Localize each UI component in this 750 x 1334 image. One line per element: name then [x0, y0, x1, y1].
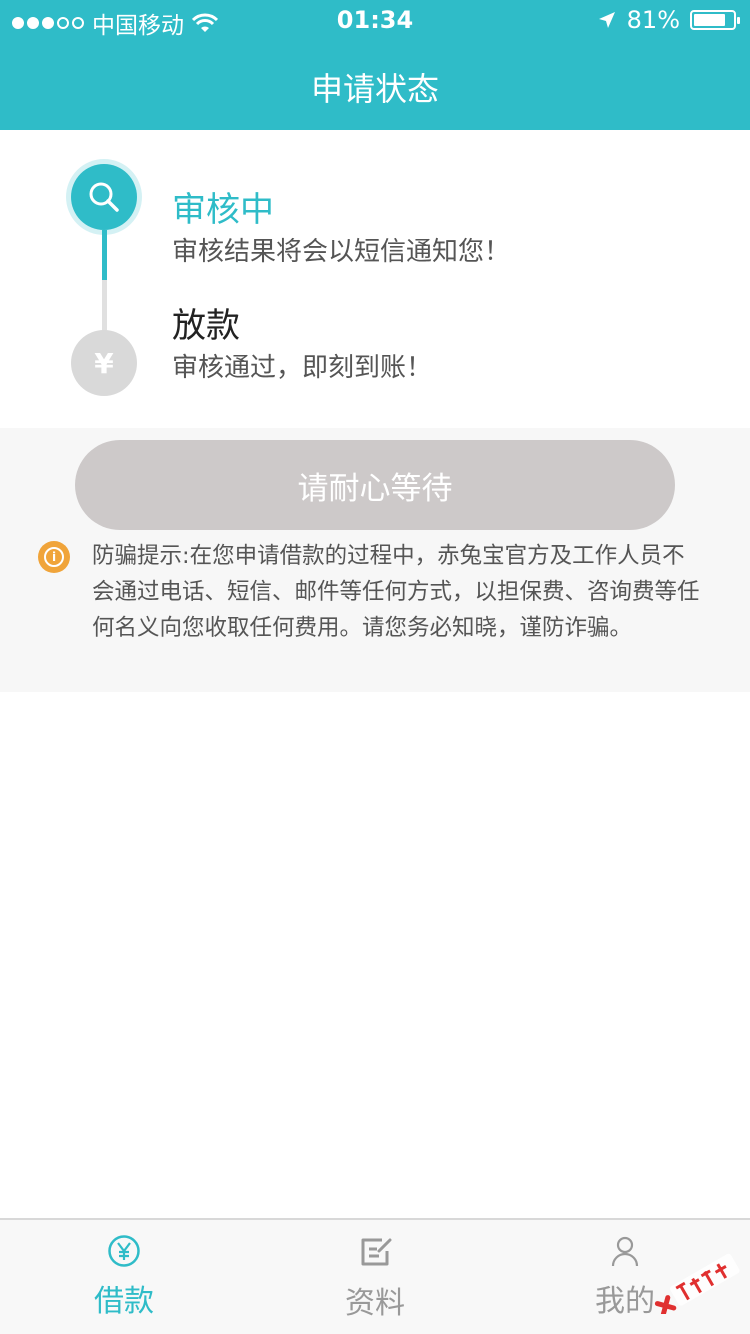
status-right: 81% [597, 6, 740, 34]
wait-button[interactable]: 请耐心等待 [75, 440, 675, 530]
step-title-reviewing: 审核中 [172, 190, 274, 230]
fraud-warning-text: 防骗提示:在您申请借款的过程中，赤兔宝官方及工作人员不会通过电话、短信、邮件等任… [92, 543, 700, 641]
step-title-disbursement: 放款 [172, 306, 240, 346]
page-title: 申请状态 [310, 70, 439, 108]
application-steps: ¥ 审核中 审核结果将会以短信通知您！ 放款 审核通过，即刻到账！ [0, 142, 750, 428]
notice-area: 请耐心等待 i 防骗提示:在您申请借款的过程中，赤兔宝官方及工作人员不会通过电话… [0, 428, 750, 692]
battery-percent: 81% [626, 6, 680, 34]
user-icon [611, 1236, 639, 1267]
edit-icon [361, 1238, 392, 1266]
step-desc-disbursement: 审核通过，即刻到账！ [172, 353, 433, 383]
tab-profile-info[interactable]: 资料 [295, 1234, 455, 1322]
tab-profile-info-label: 资料 [345, 1286, 405, 1321]
yen-icon: ¥ [71, 330, 137, 396]
yen-circle-icon [108, 1235, 140, 1267]
top-bar: 中国移动 01:34 81% 申请状态 [0, 0, 750, 130]
battery-icon [690, 10, 740, 30]
info-icon: i [38, 541, 70, 573]
tab-bar: 借款 资料 我的 [0, 1218, 750, 1334]
watermark-logo [654, 1253, 740, 1314]
location-arrow-icon [598, 12, 615, 28]
step-desc-reviewing: 审核结果将会以短信通知您！ [172, 237, 511, 267]
tab-loan[interactable]: 借款 [44, 1234, 204, 1320]
progress-line-pending [102, 280, 107, 332]
progress-line-active [102, 230, 107, 280]
search-icon [71, 164, 137, 230]
status-bar: 中国移动 01:34 81% [0, 0, 750, 40]
tab-loan-label: 借款 [94, 1284, 154, 1319]
